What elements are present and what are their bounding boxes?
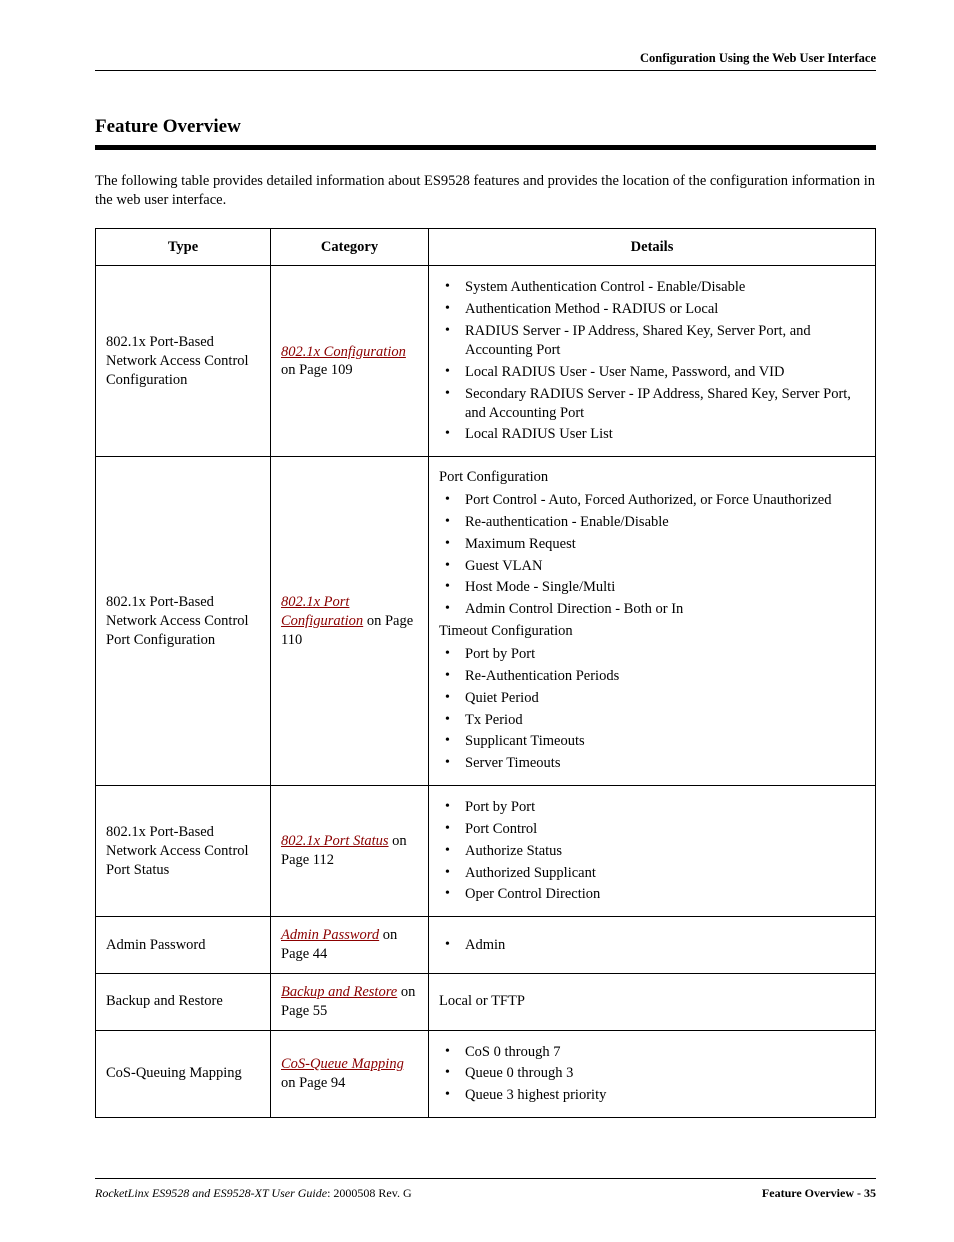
footer-docid: : 2000508 Rev. G [327,1186,412,1200]
cell-type: CoS-Queuing Mapping [96,1030,271,1118]
details-subheading: Port Configuration [439,468,865,487]
cell-category: 802.1x Port Configuration on Page 110 [271,457,429,786]
details-list: Port by Port Re-Authentication Periods Qui… [439,645,865,773]
cell-details: CoS 0 through 7 Queue 0 through 3 Queue 3 … [429,1030,876,1118]
cell-details: Admin [429,917,876,974]
details-list: Port Control - Auto, Forced Authorized, … [439,491,865,619]
col-details: Details [429,228,876,266]
list-item: Port Control - Auto, Forced Authorized, … [459,491,865,510]
list-item: Authorized Supplicant [459,864,865,883]
cell-category: Admin Password on Page 44 [271,917,429,974]
cross-reference-link[interactable]: Admin Password [281,927,379,943]
details-list: CoS 0 through 7 Queue 0 through 3 Queue 3 … [439,1043,865,1106]
list-item: Guest VLAN [459,557,865,576]
details-list: Admin [439,936,865,955]
list-item: Secondary RADIUS Server - IP Address, Sh… [459,385,865,423]
running-header: Configuration Using the Web User Interfa… [95,50,876,71]
list-item: Server Timeouts [459,754,865,773]
cell-details: Port Configuration Port Control - Auto, F… [429,457,876,786]
cross-reference-link[interactable]: Backup and Restore [281,984,397,1000]
list-item: Port Control [459,820,865,839]
col-type: Type [96,228,271,266]
col-category: Category [271,228,429,266]
table-row: Admin PasswordAdmin Password on Page 44A… [96,917,876,974]
cell-category: CoS-Queue Mapping on Page 94 [271,1030,429,1118]
page-footer: RocketLinx ES9528 and ES9528-XT User Gui… [95,1178,876,1202]
feature-table: Type Category Details 802.1x Port-Based … [95,228,876,1119]
table-row: CoS-Queuing MappingCoS-Queue Mapping on … [96,1030,876,1118]
table-row: 802.1x Port-Based Network Access Control… [96,266,876,457]
list-item: Authentication Method - RADIUS or Local [459,300,865,319]
list-item: Re-Authentication Periods [459,667,865,686]
cell-type: 802.1x Port-Based Network Access Control… [96,266,271,457]
footer-right: Feature Overview - 35 [762,1186,876,1202]
cell-details: Port by Port Port Control Authorize Status… [429,786,876,917]
footer-guide-title: RocketLinx ES9528 and ES9528-XT User Gui… [95,1186,327,1200]
list-item: Admin [459,936,865,955]
details-list: Port by Port Port Control Authorize Status… [439,798,865,904]
details-subheading: Timeout Configuration [439,622,865,641]
list-item: Port by Port [459,798,865,817]
cell-category: Backup and Restore on Page 55 [271,973,429,1030]
list-item: Admin Control Direction - Both or In [459,600,865,619]
footer-left: RocketLinx ES9528 and ES9528-XT User Gui… [95,1186,412,1202]
list-item: Tx Period [459,711,865,730]
list-item: Re-authentication - Enable/Disable [459,513,865,532]
cross-reference-link[interactable]: 802.1x Port Status [281,833,389,849]
list-item: Local RADIUS User List [459,425,865,444]
list-item: Quiet Period [459,689,865,708]
table-header-row: Type Category Details [96,228,876,266]
list-item: Oper Control Direction [459,885,865,904]
list-item: RADIUS Server - IP Address, Shared Key, … [459,322,865,360]
section-heading: Feature Overview [95,115,876,150]
table-row: 802.1x Port-Based Network Access Control… [96,457,876,786]
cell-type: 802.1x Port-Based Network Access Control… [96,457,271,786]
list-item: System Authentication Control - Enable/D… [459,278,865,297]
cell-details: Local or TFTP [429,973,876,1030]
cell-type: 802.1x Port-Based Network Access Control… [96,786,271,917]
details-list: System Authentication Control - Enable/D… [439,278,865,444]
list-item: Supplicant Timeouts [459,732,865,751]
list-item: CoS 0 through 7 [459,1043,865,1062]
cell-details: System Authentication Control - Enable/D… [429,266,876,457]
cross-reference-link[interactable]: 802.1x Port Configuration [281,594,363,629]
table-row: Backup and RestoreBackup and Restore on … [96,973,876,1030]
cross-reference-link[interactable]: 802.1x Configuration [281,344,406,360]
list-item: Host Mode - Single/Multi [459,578,865,597]
list-item: Local RADIUS User - User Name, Password,… [459,363,865,382]
list-item: Queue 0 through 3 [459,1064,865,1083]
cross-reference-link[interactable]: CoS-Queue Mapping [281,1056,404,1072]
cell-category: 802.1x Port Status on Page 112 [271,786,429,917]
list-item: Queue 3 highest priority [459,1086,865,1105]
list-item: Maximum Request [459,535,865,554]
table-row: 802.1x Port-Based Network Access Control… [96,786,876,917]
cell-type: Admin Password [96,917,271,974]
cell-category: 802.1x Configuration on Page 109 [271,266,429,457]
cell-type: Backup and Restore [96,973,271,1030]
list-item: Port by Port [459,645,865,664]
list-item: Authorize Status [459,842,865,861]
intro-paragraph: The following table provides detailed in… [95,172,876,210]
